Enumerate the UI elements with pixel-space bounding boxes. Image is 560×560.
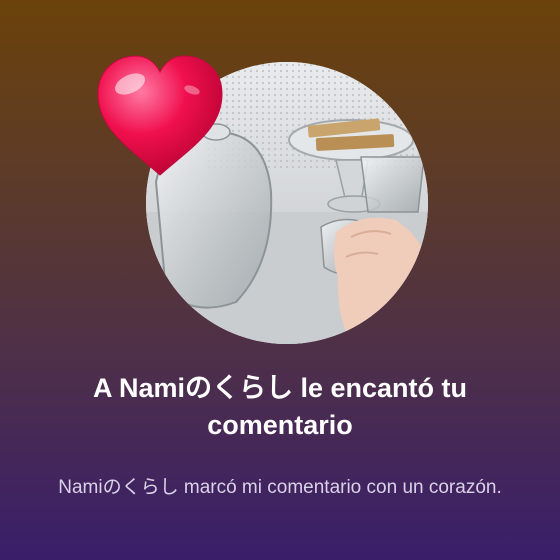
notification-card: A Namiのくらし le encantó tu comentario Nami… [0,0,560,560]
notification-subtitle: Namiのくらし marcó mi comentario con un cora… [58,477,502,498]
notification-title: A Namiのくらし le encantó tu comentario [92,373,468,440]
heart-icon [97,55,223,176]
